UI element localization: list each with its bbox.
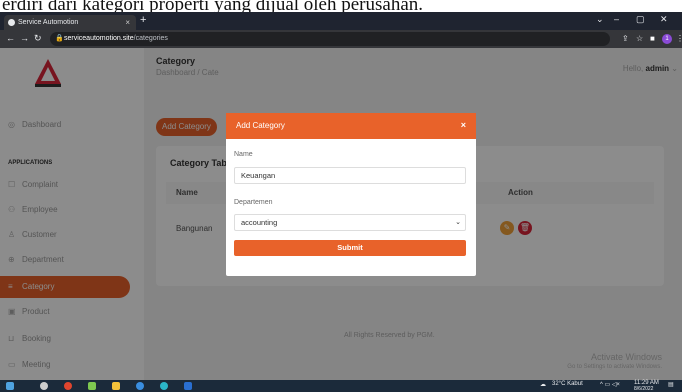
submit-button[interactable]: Submit [234,240,466,256]
app-icon[interactable] [88,382,96,390]
windows-taskbar: ☁ 32°C Kabut ^ ▭ ◁× 11:29 AM 8/6/2022 ▤ [0,380,682,392]
search-icon[interactable] [40,382,48,390]
weather-icon[interactable]: ☁ [540,381,546,388]
maximize-icon[interactable]: ▢ [636,14,645,25]
new-tab-icon[interactable]: + [140,14,146,26]
star-icon[interactable]: ☆ [636,34,643,43]
close-icon[interactable]: × [461,120,466,130]
page-viewport: ◎ Dashboard APPLICATIONS ☐ Complaint ⚇ E… [0,48,682,380]
chrome-icon[interactable] [64,382,72,390]
name-input[interactable]: Keuangan [234,167,466,184]
browser-window: Service Automotion × + ⌄ – ▢ ✕ ← → ↻ 🔒 s… [0,12,682,380]
profile-avatar[interactable]: 1 [662,34,672,44]
back-icon[interactable]: ← [6,33,15,43]
file-explorer-icon[interactable] [112,382,120,390]
sidepanel-icon[interactable]: ■ [650,34,655,43]
menu-icon[interactable]: ⋮ [676,34,682,43]
name-label: Name [234,151,253,158]
url-domain: serviceautomotion.site [64,35,134,42]
window-close-icon[interactable]: ✕ [660,14,668,25]
browser-tab[interactable]: Service Automotion × [4,15,136,30]
notification-icon[interactable]: ▤ [668,381,674,388]
browser-app-icon[interactable] [160,382,168,390]
minimize-icon[interactable]: – [614,14,619,24]
tab-bar: Service Automotion × + ⌄ – ▢ ✕ [0,12,682,30]
tray-icons[interactable]: ^ ▭ ◁× [600,381,620,388]
share-icon[interactable]: ⇪ [622,34,629,43]
url-path: /categories [133,35,168,42]
weather-text[interactable]: 32°C Kabut [552,381,583,387]
url-field[interactable]: 🔒 serviceautomotion.site/categories [50,32,610,46]
modal-title: Add Category [236,121,285,130]
forward-icon[interactable]: → [20,33,29,43]
add-category-modal: Add Category × Name Keuangan Departemen … [226,113,476,276]
department-selected-value: accounting [241,218,278,227]
favicon-icon [8,19,15,26]
chevron-down-icon: ⌄ [455,219,461,226]
department-select[interactable]: accounting ⌄ [234,214,466,231]
tab-close-icon[interactable]: × [125,15,130,30]
tab-title: Service Automotion [18,19,79,26]
clock-date[interactable]: 8/6/2022 [634,386,653,392]
lock-icon: 🔒 [55,35,64,42]
department-label: Departemen [234,199,273,206]
edge-icon[interactable] [136,382,144,390]
store-icon[interactable] [184,382,192,390]
windows-start-icon[interactable] [6,382,14,390]
modal-header: Add Category × [226,113,476,139]
reload-icon[interactable]: ↻ [34,33,42,44]
address-bar: ← → ↻ 🔒 serviceautomotion.site/categorie… [0,30,682,48]
chevron-down-icon[interactable]: ⌄ [596,14,604,25]
